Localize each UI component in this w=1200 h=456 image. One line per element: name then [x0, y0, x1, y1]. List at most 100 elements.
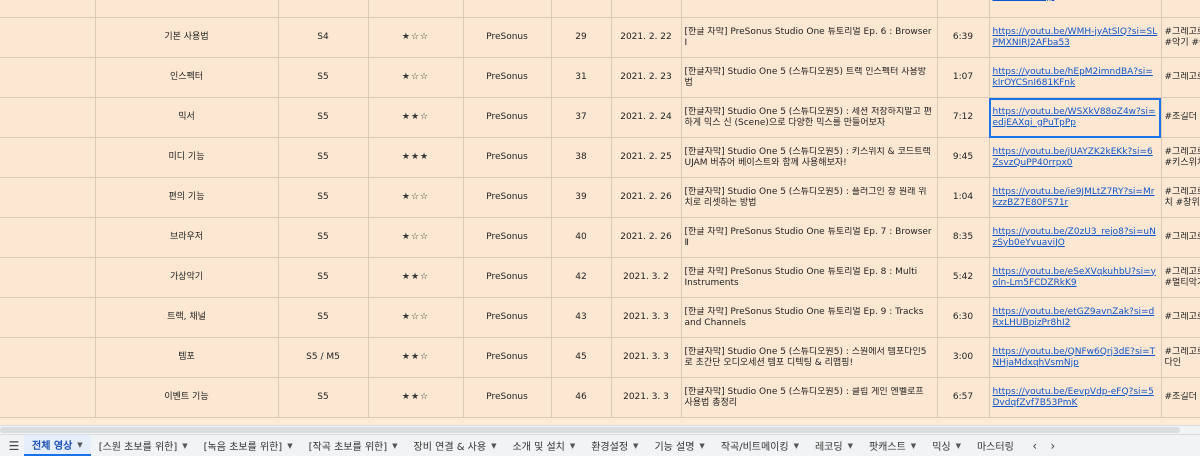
- difficulty-stars-cell[interactable]: ★☆☆: [368, 0, 463, 18]
- sheet-tab[interactable]: [녹음 초보를 위한]▼: [196, 435, 301, 456]
- difficulty-stars-cell[interactable]: ★☆☆: [368, 58, 463, 98]
- date-cell[interactable]: 2021. 3. 3: [611, 378, 681, 418]
- sheet-tab[interactable]: 장비 연결 & 사용▼: [406, 435, 505, 456]
- category-cell[interactable]: 트랙, 채널: [95, 0, 278, 18]
- category-cell[interactable]: 템포: [95, 338, 278, 378]
- brand-cell[interactable]: PreSonus: [463, 298, 551, 338]
- brand-cell[interactable]: PreSonus: [463, 218, 551, 258]
- caret-down-icon[interactable]: ▼: [911, 442, 916, 450]
- title-cell[interactable]: [한글자막] Studio One 5 (스튜디오원5) : 클립 게인 엔벨로…: [681, 378, 937, 418]
- category-cell[interactable]: 가상악기: [95, 258, 278, 298]
- type-cell[interactable]: S5: [278, 258, 368, 298]
- number-cell[interactable]: 29: [551, 18, 611, 58]
- link-cell[interactable]: https://youtu.be/ie9JMLtZ7RY?si=MrkzzBZ7…: [989, 178, 1161, 218]
- empty-cell[interactable]: [0, 378, 95, 418]
- scrollbar-thumb[interactable]: [0, 427, 1180, 433]
- duration-cell[interactable]: 5:42: [937, 258, 989, 298]
- link-cell[interactable]: https://youtu.be/jUAYZK2kEKk?si=6ZsvzQuP…: [989, 138, 1161, 178]
- brand-cell[interactable]: PreSonus: [463, 58, 551, 98]
- duration-cell[interactable]: 6:30: [937, 298, 989, 338]
- duration-cell[interactable]: 3:00: [937, 338, 989, 378]
- difficulty-stars-cell[interactable]: ★☆☆: [368, 178, 463, 218]
- number-cell[interactable]: 31: [551, 58, 611, 98]
- link-cell[interactable]: aGfC0KLEZqp: [989, 0, 1161, 18]
- sheet-tab[interactable]: 전체 영상▼: [24, 435, 91, 456]
- link-cell[interactable]: https://youtu.be/EevpVdp-eFQ?si=5DvdqfZv…: [989, 378, 1161, 418]
- empty-cell[interactable]: [0, 58, 95, 98]
- category-cell[interactable]: 기본 사용법: [95, 18, 278, 58]
- date-cell[interactable]: 2021. 3. 2: [611, 258, 681, 298]
- brand-cell[interactable]: PreSonus: [463, 258, 551, 298]
- duration-cell[interactable]: 1:04: [937, 178, 989, 218]
- youtube-link[interactable]: https://youtu.be/hEpM2imndBA?si=kIrOYCSn…: [993, 67, 1153, 88]
- tags-cell[interactable]: #그레고르 #윈도우포지션리셋 #윈도우위치 #창위치: [1161, 178, 1200, 218]
- brand-cell[interactable]: PreSonus: [463, 138, 551, 178]
- type-cell[interactable]: S5: [278, 58, 368, 98]
- caret-down-icon[interactable]: ▼: [77, 441, 82, 449]
- caret-down-icon[interactable]: ▼: [570, 442, 575, 450]
- duration-cell[interactable]: 6:57: [937, 378, 989, 418]
- sheet-tab[interactable]: 레코딩▼: [807, 435, 861, 456]
- date-cell[interactable]: 2021. 2. 26: [611, 178, 681, 218]
- caret-down-icon[interactable]: ▼: [699, 442, 704, 450]
- number-cell[interactable]: 28: [551, 0, 611, 18]
- number-cell[interactable]: 46: [551, 378, 611, 418]
- brand-cell[interactable]: PreSonus: [463, 98, 551, 138]
- empty-cell[interactable]: [0, 258, 95, 298]
- brand-cell[interactable]: PreSonus: [463, 178, 551, 218]
- sheet-tab[interactable]: 기능 설명▼: [646, 435, 712, 456]
- type-cell[interactable]: S5: [278, 138, 368, 178]
- number-cell[interactable]: 39: [551, 178, 611, 218]
- difficulty-stars-cell[interactable]: ★★☆: [368, 258, 463, 298]
- caret-down-icon[interactable]: ▼: [956, 442, 961, 450]
- title-cell[interactable]: [한글자막] Studio One 5 (스튜디오원5) : 스원에서 템포다인…: [681, 338, 937, 378]
- date-cell[interactable]: 2021. 2. 24: [611, 98, 681, 138]
- link-cell[interactable]: https://youtu.be/etGZ9avnZak?si=dRxLHUBp…: [989, 298, 1161, 338]
- youtube-link[interactable]: https://youtu.be/jUAYZK2kEKk?si=6ZsvzQuP…: [993, 147, 1153, 168]
- duration-cell[interactable]: 1:03: [937, 0, 989, 18]
- title-cell[interactable]: [한글자막] Studio One 5 (스튜디오원5) : 플러그인 창 원래…: [681, 178, 937, 218]
- brand-cell[interactable]: PreSonus: [463, 338, 551, 378]
- sheet-tab[interactable]: 환경설정▼: [583, 435, 646, 456]
- empty-cell[interactable]: [0, 298, 95, 338]
- duration-cell[interactable]: 8:35: [937, 218, 989, 258]
- number-cell[interactable]: 43: [551, 298, 611, 338]
- link-cell[interactable]: https://youtu.be/Z0zU3_rejo8?si=uNzSyb0e…: [989, 218, 1161, 258]
- difficulty-stars-cell[interactable]: ★☆☆: [368, 218, 463, 258]
- link-cell[interactable]: https://youtu.be/hEpM2imndBA?si=kIrOYCSn…: [989, 58, 1161, 98]
- caret-down-icon[interactable]: ▼: [633, 442, 638, 450]
- date-cell[interactable]: 2021. 3. 3: [611, 338, 681, 378]
- caret-down-icon[interactable]: ▼: [794, 442, 799, 450]
- tags-cell[interactable]: #그레고르 #브라우저 #내장가상악기소개 #악기 #이펙트 #루프: [1161, 18, 1200, 58]
- sheet-tab[interactable]: 작곡/비트메이킹▼: [713, 435, 807, 456]
- empty-cell[interactable]: [0, 18, 95, 58]
- type-cell[interactable]: S5: [278, 378, 368, 418]
- category-cell[interactable]: 미디 기능: [95, 138, 278, 178]
- title-cell[interactable]: [한글자막] Studio One 5 (스튜디오원5) 트랙 인스펙터 사용방…: [681, 58, 937, 98]
- tags-cell[interactable]: #그레고르 #인스펙터: [1161, 58, 1200, 98]
- date-cell[interactable]: 2021. 2. 26: [611, 218, 681, 258]
- title-cell[interactable]: 인스트루먼트 채널 한번에 삭제하기: [681, 0, 937, 18]
- tags-cell[interactable]: #그레고르 #트랙 #채널 #트랙과채널차이: [1161, 298, 1200, 338]
- caret-down-icon[interactable]: ▼: [287, 442, 292, 450]
- type-cell[interactable]: S5 / M5: [278, 338, 368, 378]
- link-cell[interactable]: https://youtu.be/QNFw6Qrj3dE?si=TNHjaMdx…: [989, 338, 1161, 378]
- type-cell[interactable]: S5: [278, 98, 368, 138]
- link-cell[interactable]: https://youtu.be/WMH-jyAtSlQ?si=SLPMXNIR…: [989, 18, 1161, 58]
- number-cell[interactable]: 45: [551, 338, 611, 378]
- title-cell[interactable]: [한글 자막] PreSonus Studio One 튜토리얼 Ep. 7 :…: [681, 218, 937, 258]
- youtube-link[interactable]: aGfC0KLEZqp: [993, 0, 1055, 2]
- youtube-link[interactable]: https://youtu.be/WMH-jyAtSlQ?si=SLPMXNIR…: [993, 27, 1158, 48]
- caret-down-icon[interactable]: ▼: [182, 442, 187, 450]
- link-cell[interactable]: https://youtu.be/eSeXVqkuhbU?si=yoln-Lm5…: [989, 258, 1161, 298]
- empty-cell[interactable]: [0, 338, 95, 378]
- caret-down-icon[interactable]: ▼: [491, 442, 496, 450]
- title-cell[interactable]: [한글 자막] PreSonus Studio One 튜토리얼 Ep. 9 :…: [681, 298, 937, 338]
- difficulty-stars-cell[interactable]: ★★☆: [368, 338, 463, 378]
- youtube-link[interactable]: https://youtu.be/etGZ9avnZak?si=dRxLHUBp…: [993, 307, 1155, 328]
- difficulty-stars-cell[interactable]: ★★★: [368, 138, 463, 178]
- date-cell[interactable]: 2021. 2. 23: [611, 58, 681, 98]
- difficulty-stars-cell[interactable]: ★☆☆: [368, 298, 463, 338]
- category-cell[interactable]: 인스펙터: [95, 58, 278, 98]
- category-cell[interactable]: 이벤트 기능: [95, 378, 278, 418]
